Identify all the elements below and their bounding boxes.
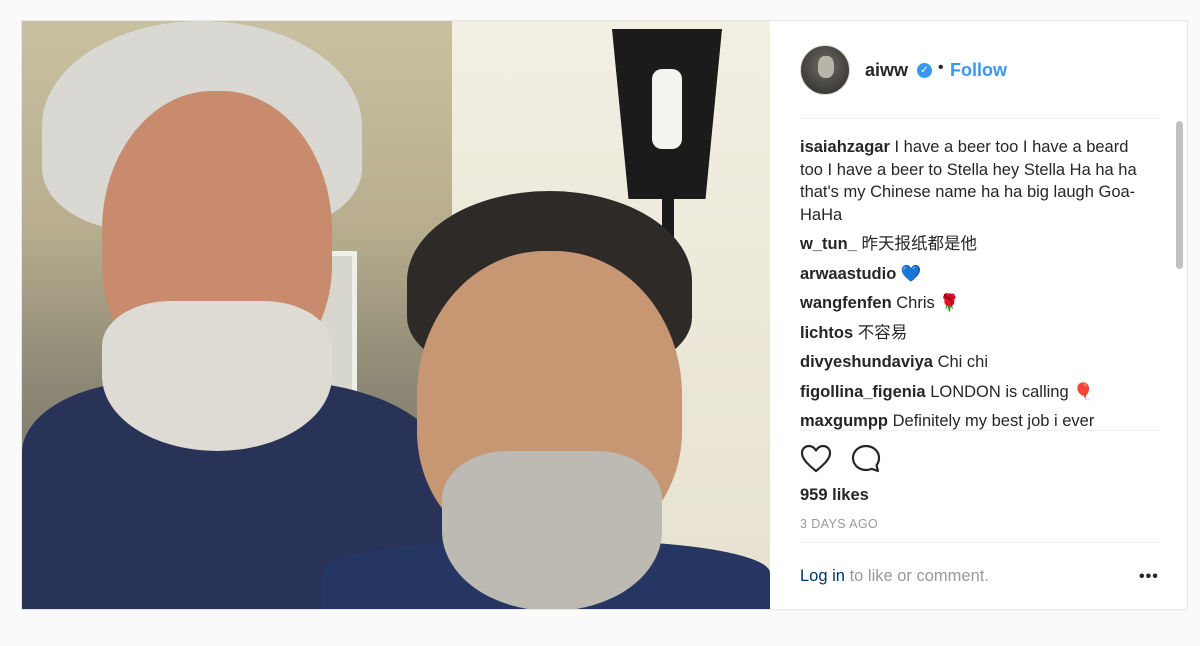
comment-item: maxgumpp Definitely my best job i ever	[800, 410, 1155, 430]
comment-item: wangfenfen Chris 🌹	[800, 292, 1155, 315]
follow-button[interactable]: Follow	[950, 60, 1007, 81]
post-timestamp[interactable]: 3 DAYS AGO	[800, 517, 878, 531]
footer-divider	[800, 542, 1160, 543]
comment-item: divyeshundaviya Chi chi	[800, 351, 1155, 374]
login-link[interactable]: Log in	[800, 567, 845, 585]
scrollbar-thumb[interactable]	[1176, 121, 1183, 269]
comment-username[interactable]: divyeshundaviya	[800, 353, 933, 371]
comment-username[interactable]: wangfenfen	[800, 294, 892, 312]
heart-icon[interactable]	[800, 443, 832, 475]
post-header: aiww ✓ • Follow	[770, 21, 1187, 119]
username-link[interactable]: aiww	[865, 60, 908, 81]
person-left-beard	[102, 301, 332, 451]
comments-divider	[800, 430, 1160, 431]
comment-username[interactable]: isaiahzagar	[800, 138, 890, 156]
photo-lamp	[612, 29, 742, 239]
comment-text: Chris 🌹	[896, 294, 960, 312]
post-photo[interactable]	[22, 21, 770, 609]
comment-username[interactable]: maxgumpp	[800, 412, 888, 430]
instagram-post: aiww ✓ • Follow isaiahzagar I have a bee…	[21, 20, 1188, 610]
comment-username[interactable]: arwaastudio	[800, 265, 896, 283]
comments-scrollbar[interactable]	[1174, 119, 1186, 429]
comment-item: w_tun_ 昨天报纸都是他	[800, 233, 1155, 256]
verified-badge-icon: ✓	[917, 63, 932, 78]
comment-text: 💙	[900, 264, 922, 283]
comment-username[interactable]: lichtos	[800, 324, 853, 342]
comment-text: Definitely my best job i ever	[892, 412, 1095, 430]
comment-item: figollina_figenia LONDON is calling 🎈	[800, 381, 1155, 404]
login-suffix: to like or comment.	[849, 567, 989, 585]
comment-bubble-icon[interactable]	[850, 443, 882, 475]
comment-text: 不容易	[857, 323, 908, 342]
comment-item: arwaastudio 💙	[800, 263, 1155, 286]
post-side-panel: aiww ✓ • Follow isaiahzagar I have a bee…	[770, 21, 1187, 609]
comment-username[interactable]: w_tun_	[800, 235, 857, 253]
comments-list[interactable]: isaiahzagar I have a beer too I have a b…	[800, 136, 1155, 430]
person-right-beard	[442, 451, 662, 609]
likes-count[interactable]: 959 likes	[800, 486, 869, 505]
more-options-icon[interactable]: •••	[1139, 568, 1159, 586]
header-divider	[800, 118, 1160, 119]
comment-username[interactable]: figollina_figenia	[800, 383, 926, 401]
comment-text: Chi chi	[937, 353, 989, 371]
login-prompt: Log in to like or comment.	[800, 567, 989, 586]
avatar[interactable]	[800, 45, 850, 95]
comment-item: lichtos 不容易	[800, 322, 1155, 345]
comment-text: 昨天报纸都是他	[861, 235, 977, 253]
separator-dot: •	[938, 59, 944, 76]
comment-text: LONDON is calling 🎈	[930, 382, 1094, 401]
comment-item: isaiahzagar I have a beer too I have a b…	[800, 136, 1155, 226]
